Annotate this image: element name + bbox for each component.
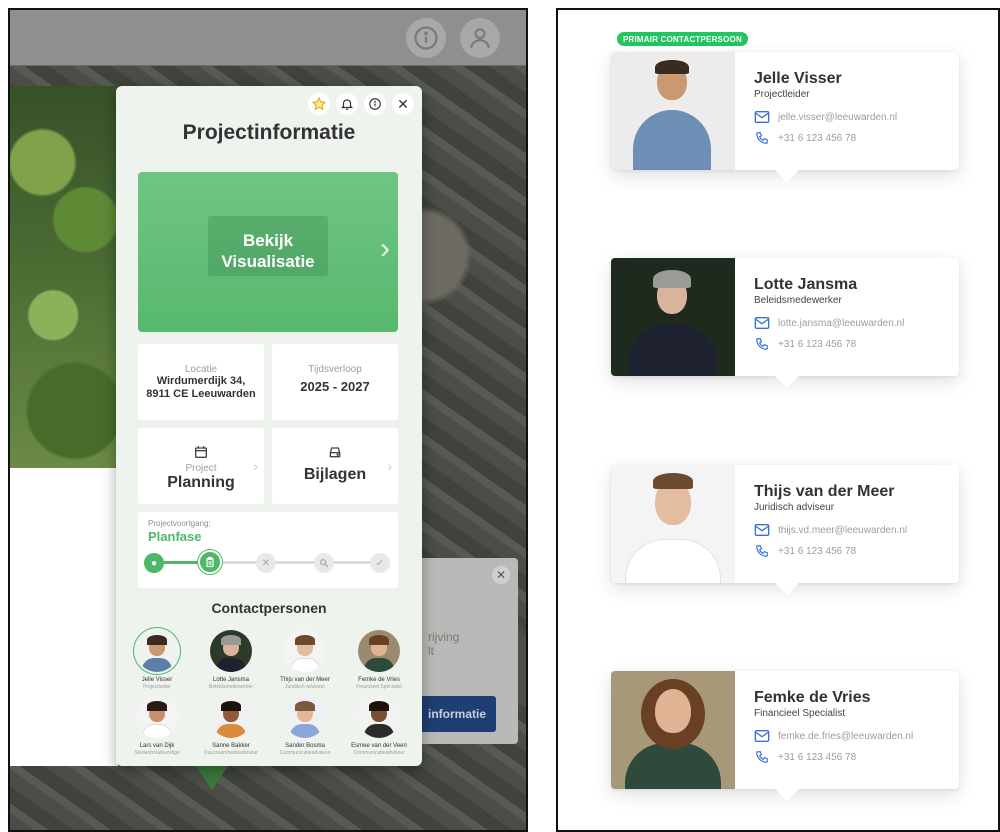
- planning-card[interactable]: Project Planning ›: [138, 428, 264, 504]
- contact-photo: [611, 258, 735, 376]
- panel-title: Projectinformatie: [182, 121, 356, 144]
- phone-icon: [754, 544, 770, 558]
- card-pointer: [775, 170, 799, 182]
- mail-icon: [754, 523, 770, 537]
- contact-esmee[interactable]: Esmee van der Veen Communicatieadviseur: [342, 696, 416, 756]
- avatar: [284, 696, 326, 738]
- email-row[interactable]: lotte.jansma@leeuwarden.nl: [754, 316, 904, 330]
- chevron-right-icon: ›: [387, 458, 392, 474]
- contact-sander[interactable]: Sander Bosma Communicatieadviseur: [268, 696, 342, 756]
- contact-name: Femke de Vries: [754, 689, 871, 706]
- search-icon[interactable]: [314, 553, 334, 573]
- email-row[interactable]: thijs.vd.meer@leeuwarden.nl: [754, 523, 907, 537]
- timeline-value: 2025 - 2027: [300, 379, 370, 394]
- email-row[interactable]: jelle.visser@leeuwarden.nl: [754, 110, 897, 124]
- chevron-right-icon: ›: [380, 232, 390, 265]
- planning-small-label: Project: [185, 463, 217, 474]
- contact-lotte[interactable]: Lotte Jansma Beleidsmedewerker: [194, 630, 268, 690]
- contacts-title: Contactpersonen: [211, 600, 327, 616]
- avatar: [284, 630, 326, 672]
- planning-label: Planning: [167, 474, 235, 491]
- phone-icon: [754, 131, 770, 145]
- user-icon[interactable]: [460, 18, 500, 58]
- star-icon[interactable]: [308, 93, 330, 115]
- avatar: [210, 696, 252, 738]
- timeline-card: Tijdsverloop 2025 - 2027: [272, 344, 398, 420]
- left-screenshot: ✕ rijving lt informatie ✕ Projectinforma…: [8, 8, 528, 832]
- contact-name: Thijs van der Meer: [754, 483, 895, 500]
- mail-icon: [754, 729, 770, 743]
- location-line2: 8911 CE Leeuwarden: [146, 388, 256, 400]
- progress-phase: Planfase: [148, 529, 202, 544]
- phone-row[interactable]: +31 6 123 456 78: [754, 544, 856, 558]
- location-card: Locatie Wirdumerdijk 34, 8911 CE Leeuwar…: [138, 344, 264, 420]
- contact-lars[interactable]: Lars van Dijk Stedenbouwkundige: [120, 696, 194, 756]
- contact-card-thijs[interactable]: Thijs van der Meer Juridisch adviseur th…: [611, 465, 959, 595]
- card-pointer: [775, 376, 799, 388]
- contact-photo: [611, 52, 735, 170]
- top-bar: [10, 10, 526, 66]
- contact-card-femke[interactable]: Femke de Vries Financieel Specialist fem…: [611, 671, 959, 801]
- primary-contact-badge: PRIMAIR CONTACTPERSOON: [617, 32, 748, 46]
- contact-sanne[interactable]: Sanne Bakker Duurzaamheidsadviseur: [194, 696, 268, 756]
- contact-card-jelle[interactable]: Jelle Visser Projectleider jelle.visser@…: [611, 52, 959, 182]
- drive-icon: [272, 444, 398, 464]
- card-pointer: [775, 789, 799, 801]
- contact-role: Juridisch adviseur: [754, 502, 835, 513]
- info-circle-icon[interactable]: [364, 93, 386, 115]
- avatar: [136, 696, 178, 738]
- attachments-card[interactable]: Bijlagen ›: [272, 428, 398, 504]
- panel-actions: ✕: [308, 93, 414, 115]
- avatar: [358, 696, 400, 738]
- bell-icon[interactable]: [336, 93, 358, 115]
- contact-role: Beleidsmedewerker: [754, 295, 842, 306]
- white-area: [10, 468, 118, 766]
- progress-card: Projectvoortgang: Planfase ● ✕ ✓: [138, 512, 398, 588]
- tools-icon[interactable]: ✕: [256, 553, 276, 573]
- contact-name: Lotte Jansma: [754, 276, 858, 293]
- more-info-button[interactable]: informatie: [418, 696, 496, 732]
- close-icon[interactable]: ✕: [392, 93, 414, 115]
- popup-text: rijving lt: [428, 630, 460, 658]
- right-screenshot: PRIMAIR CONTACTPERSOON Jelle Visser Proj…: [556, 8, 1000, 832]
- background-popup: ✕ rijving lt informatie: [418, 558, 518, 744]
- attachments-label: Bijlagen: [303, 466, 367, 483]
- contact-photo: [611, 465, 735, 583]
- avatar: [210, 630, 252, 672]
- contact-photo: [611, 671, 735, 789]
- phone-row[interactable]: +31 6 123 456 78: [754, 337, 856, 351]
- mail-icon: [754, 110, 770, 124]
- contact-role: Financieel Specialist: [754, 708, 846, 719]
- clipboard-icon[interactable]: [198, 550, 222, 574]
- timeline-label: Tijdsverloop: [308, 364, 362, 375]
- avatar: [358, 630, 400, 672]
- contact-card-lotte[interactable]: Lotte Jansma Beleidsmedewerker lotte.jan…: [611, 258, 959, 388]
- phone-icon: [754, 750, 770, 764]
- location-label: Locatie: [184, 364, 218, 375]
- phone-row[interactable]: +31 6 123 456 78: [754, 131, 856, 145]
- step-1-icon[interactable]: ●: [144, 553, 164, 573]
- chevron-right-icon: ›: [253, 458, 258, 474]
- location-line1: Wirdumerdijk 34,: [156, 375, 246, 387]
- contact-name: Jelle Visser: [754, 70, 842, 87]
- phone-icon: [754, 337, 770, 351]
- mail-icon: [754, 316, 770, 330]
- view-visualisation-card[interactable]: Bekijk Visualisatie ›: [138, 172, 398, 332]
- check-circle-icon[interactable]: ✓: [370, 553, 390, 573]
- calendar-icon: [138, 444, 264, 464]
- info-icon[interactable]: [406, 18, 446, 58]
- contact-role: Projectleider: [754, 89, 810, 100]
- contact-femke[interactable]: Femke de Vries Financieel Specialist: [342, 630, 416, 690]
- tree-render: [10, 86, 118, 468]
- contact-thijs[interactable]: Thijs van der Meer Juridisch adviseur: [268, 630, 342, 690]
- avatar: [136, 630, 178, 672]
- project-info-panel: ✕ Projectinformatie Bekijk Visualisatie …: [116, 86, 422, 766]
- visualisation-label: Bekijk Visualisatie: [221, 231, 315, 271]
- phone-row[interactable]: +31 6 123 456 78: [754, 750, 856, 764]
- progress-label: Projectvoortgang:: [148, 519, 211, 528]
- card-pointer: [775, 583, 799, 595]
- email-row[interactable]: femke.de.fries@leeuwarden.nl: [754, 729, 913, 743]
- contact-jelle[interactable]: Jelle Visser Projectleider: [120, 630, 194, 690]
- close-icon[interactable]: ✕: [492, 566, 510, 584]
